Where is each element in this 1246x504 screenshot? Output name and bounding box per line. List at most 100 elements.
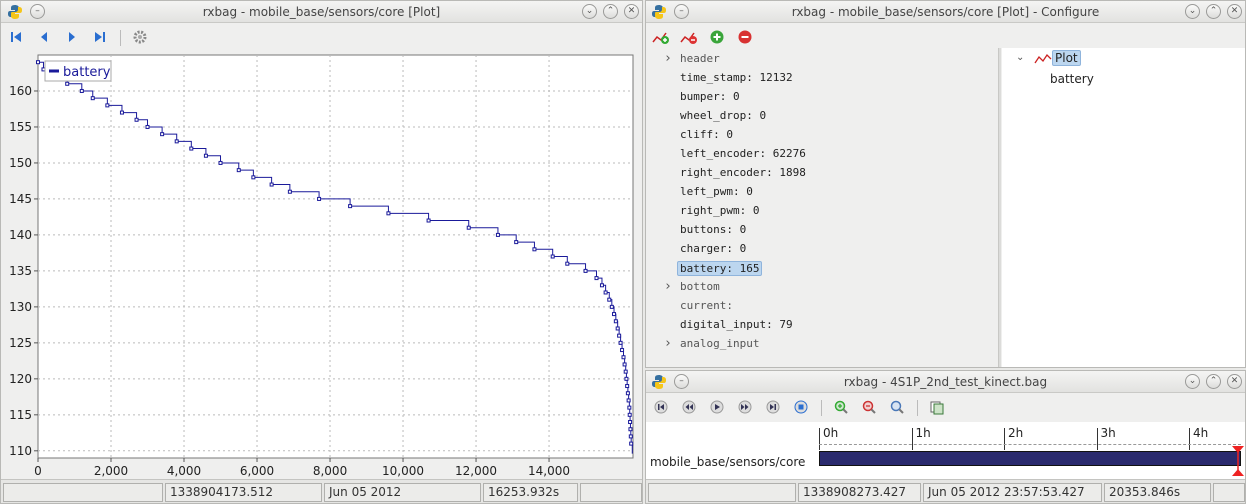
configure-toolbar xyxy=(646,24,1245,50)
rewind-icon xyxy=(682,400,696,414)
chevron-right-icon[interactable]: › xyxy=(664,51,672,66)
skip-end-icon xyxy=(95,32,105,42)
plot-toolbar xyxy=(1,24,642,50)
play-button[interactable] xyxy=(708,398,726,416)
rewind-button[interactable] xyxy=(680,398,698,416)
timeline[interactable]: 0h 1h 2h 3h 4h mobile_base/sensors/core xyxy=(646,422,1245,481)
timeline-topic-label[interactable]: mobile_base/sensors/core xyxy=(650,455,805,469)
field-label: header xyxy=(680,52,720,65)
field-label: left_encoder: 62276 xyxy=(680,147,806,160)
add-plot-button[interactable] xyxy=(652,28,670,46)
stop-icon xyxy=(794,400,808,414)
end-button[interactable] xyxy=(764,398,782,416)
minus-icon xyxy=(738,30,752,44)
field-label: battery: 165 xyxy=(677,261,763,276)
data-point xyxy=(607,297,612,302)
data-point xyxy=(36,60,40,65)
skip-end-icon xyxy=(766,400,780,414)
battery-plot[interactable]: 0 2,000 4,000 6,000 8,000 10,000 12,000 14,000 1… xyxy=(1,50,643,481)
begin-button[interactable] xyxy=(652,398,670,416)
minimize-button[interactable]: ⌄ xyxy=(582,4,597,19)
splitter[interactable] xyxy=(998,48,1001,367)
message-fields-tree[interactable]: › header time_stamp: 12132 bumper: 0 wheel_d… xyxy=(646,48,998,367)
y-tick-label: 110 xyxy=(9,444,32,458)
y-tick-label: 155 xyxy=(9,120,32,134)
data-point xyxy=(613,319,618,324)
step-forward-button[interactable] xyxy=(63,28,81,46)
timeline-tick xyxy=(911,428,913,450)
data-point xyxy=(550,254,555,259)
plot-tree-child[interactable]: battery xyxy=(1050,72,1094,86)
data-point xyxy=(625,391,630,396)
timeline-bar[interactable] xyxy=(819,451,1241,466)
y-tick-label: 125 xyxy=(9,336,32,350)
field-label: right_encoder: 1898 xyxy=(680,166,806,179)
y-tick-label: 130 xyxy=(9,300,32,314)
configure-button[interactable] xyxy=(131,28,149,46)
thumbnails-button[interactable] xyxy=(928,398,946,416)
timeline-tick-label: 3h xyxy=(1100,426,1116,440)
status-datetime: Jun 05 2012 23:57:53.427 xyxy=(923,483,1102,502)
data-point xyxy=(603,290,608,295)
chevron-right-icon[interactable]: › xyxy=(664,279,672,294)
x-tick-label: 4,000 xyxy=(167,464,201,478)
plot-window-titlebar[interactable]: – rxbag - mobile_base/sensors/core [Plot… xyxy=(1,1,642,23)
status-elapsed: 16253.932s xyxy=(483,483,578,502)
configure-window: – rxbag - mobile_base/sensors/core [Plot… xyxy=(645,0,1246,368)
add-button[interactable] xyxy=(708,28,726,46)
field-label: left_pwm: 0 xyxy=(680,185,753,198)
field-label: wheel_drop: 0 xyxy=(680,109,767,122)
close-button[interactable]: ✕ xyxy=(1227,374,1242,389)
zoom-reset-button[interactable] xyxy=(888,398,906,416)
zoom-in-button[interactable] xyxy=(832,398,850,416)
configure-window-titlebar[interactable]: – rxbag - mobile_base/sensors/core [Plot… xyxy=(646,1,1245,23)
minimize-button[interactable]: ⌄ xyxy=(1185,4,1200,19)
maximize-button[interactable]: ⌃ xyxy=(1206,374,1221,389)
data-point xyxy=(628,434,633,439)
plot-tree-root[interactable]: Plot xyxy=(1052,50,1081,66)
zoom-in-icon xyxy=(834,400,848,414)
maximize-button[interactable]: ⌃ xyxy=(1206,4,1221,19)
data-point xyxy=(426,218,431,223)
minimize-button[interactable]: ⌄ xyxy=(1185,374,1200,389)
chevron-down-icon[interactable]: ⌄ xyxy=(1016,52,1024,63)
status-cell-empty xyxy=(648,483,796,502)
add-plot-icon xyxy=(652,32,669,44)
data-point xyxy=(609,304,614,309)
skip-to-start-button[interactable] xyxy=(7,28,25,46)
legend-label: battery xyxy=(63,65,111,80)
field-label: digital_input: 79 xyxy=(680,318,793,331)
status-timestamp: 1338904173.512 xyxy=(165,483,322,502)
stop-button[interactable] xyxy=(792,398,810,416)
data-point xyxy=(495,232,500,237)
remove-plot-button[interactable] xyxy=(680,28,698,46)
plus-icon xyxy=(710,30,724,44)
y-tick-label: 145 xyxy=(9,192,32,206)
data-point xyxy=(627,405,632,410)
zoom-out-button[interactable] xyxy=(860,398,878,416)
data-point xyxy=(594,276,599,281)
timeline-tick-label: 2h xyxy=(1008,426,1024,440)
bag-toolbar xyxy=(646,394,1245,420)
playhead-marker[interactable] xyxy=(1232,446,1244,476)
y-tick-label: 150 xyxy=(9,156,32,170)
field-label: buttons: 0 xyxy=(680,223,747,236)
skip-to-end-button[interactable] xyxy=(91,28,109,46)
data-point xyxy=(90,96,95,101)
field-label: analog_input xyxy=(680,337,760,350)
plot-tree[interactable]: ⌄ Plot battery xyxy=(1002,48,1245,367)
fast-forward-icon xyxy=(738,400,752,414)
close-button[interactable]: ✕ xyxy=(624,4,639,19)
timeline-tick-label: 1h xyxy=(915,426,931,440)
step-back-button[interactable] xyxy=(35,28,53,46)
data-point xyxy=(624,376,629,381)
bag-window-titlebar[interactable]: – rxbag - 4S1P_2nd_test_kinect.bag ⌄ ⌃ ✕ xyxy=(646,371,1245,393)
remove-button[interactable] xyxy=(736,28,754,46)
toolbar-separator xyxy=(917,400,918,416)
close-button[interactable]: ✕ xyxy=(1227,4,1242,19)
chevron-right-icon[interactable]: › xyxy=(664,336,672,351)
maximize-button[interactable]: ⌃ xyxy=(603,4,618,19)
data-point xyxy=(514,240,519,245)
timeline-tick xyxy=(1189,428,1190,450)
fast-forward-button[interactable] xyxy=(736,398,754,416)
